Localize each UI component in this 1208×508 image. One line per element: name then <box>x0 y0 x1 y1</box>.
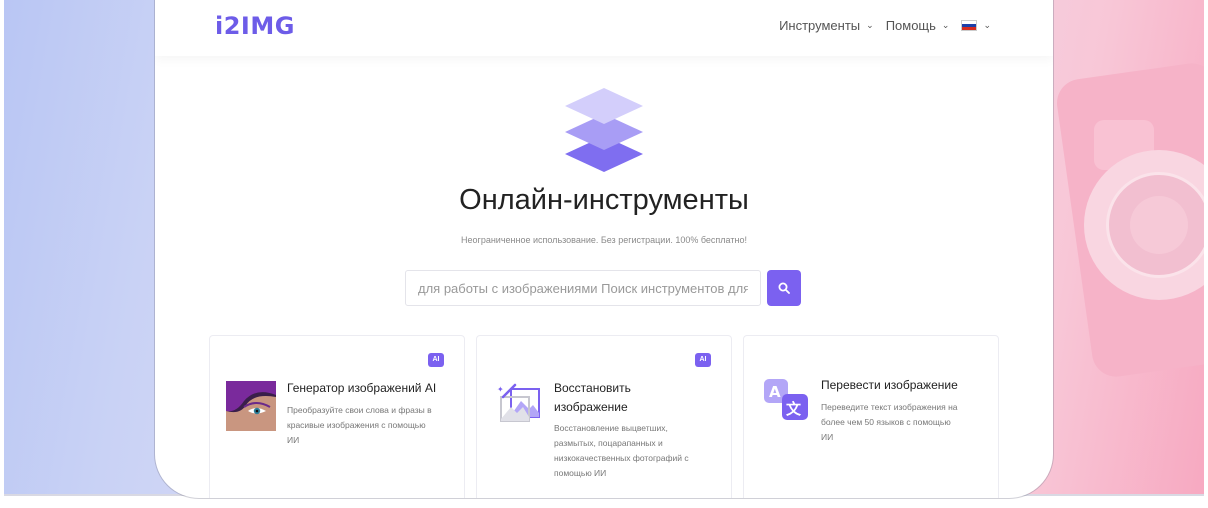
tool-description: Восстановление выцветших, размытых, поца… <box>554 423 689 478</box>
magic-wand-image-icon: ✦ <box>497 383 540 422</box>
tool-card-translate-image[interactable]: A 文 Перевести изображение Переведите тек… <box>743 335 999 498</box>
chevron-down-icon: ⌄ <box>941 20 950 30</box>
portrait-image-icon <box>226 381 276 431</box>
ai-badge: AI <box>695 353 711 367</box>
search-icon <box>778 282 790 294</box>
svg-text:✦: ✦ <box>497 385 504 394</box>
nav-tools[interactable]: Инструменты ⌄ <box>779 18 874 33</box>
ai-badge: AI <box>428 353 444 367</box>
layers-icon <box>565 88 643 172</box>
main-card: i2IMG Инструменты ⌄ Помощь ⌄ ⌄ Онлайн-ин… <box>155 0 1053 498</box>
nav-help[interactable]: Помощь ⌄ <box>886 18 950 33</box>
tool-title: Восстановить изображение <box>554 381 631 414</box>
header: i2IMG Инструменты ⌄ Помощь ⌄ ⌄ <box>155 0 1053 56</box>
nav-help-label: Помощь <box>885 18 936 33</box>
nav-tools-label: Инструменты <box>779 18 861 33</box>
language-selector[interactable]: ⌄ <box>961 20 991 31</box>
svg-text:文: 文 <box>786 400 802 418</box>
chevron-down-icon: ⌄ <box>983 20 991 30</box>
logo[interactable]: i2IMG <box>215 12 295 40</box>
russian-flag-icon <box>961 20 978 31</box>
tool-card-restore-image[interactable]: AI ✦ Восстановить изображение Восстановл… <box>476 335 732 498</box>
camera-decoration <box>1044 40 1204 400</box>
tool-description: Переведите текст изображения на более че… <box>821 402 958 442</box>
tool-card-ai-generator[interactable]: AI Генератор изображений AI Преобразуйте… <box>209 335 465 498</box>
tool-description: Преобразуйте свои слова и фразы в красив… <box>287 405 432 445</box>
translate-icon: A 文 <box>764 379 808 420</box>
search-button[interactable] <box>767 270 801 306</box>
svg-text:A: A <box>769 383 781 401</box>
page-title: Онлайн-инструменты <box>459 184 749 216</box>
nav-menu: Инструменты ⌄ Помощь ⌄ ⌄ <box>779 18 991 33</box>
tool-title: Генератор изображений AI <box>287 381 437 395</box>
tool-title: Перевести изображение <box>821 378 958 392</box>
page-subtitle: Неограниченное использование. Без регист… <box>461 235 747 245</box>
search-input[interactable] <box>405 270 761 306</box>
chevron-down-icon: ⌄ <box>866 20 874 30</box>
